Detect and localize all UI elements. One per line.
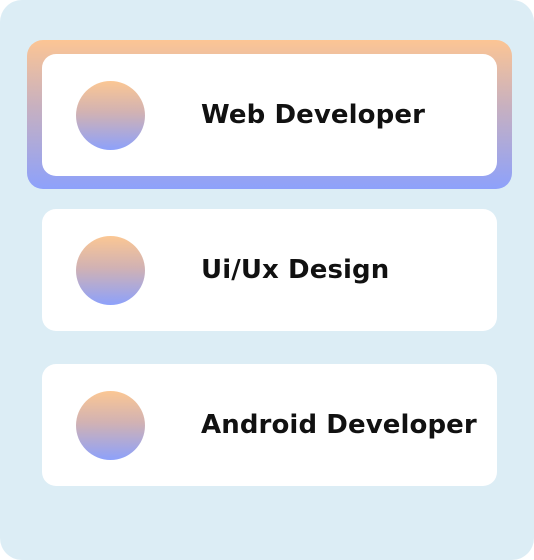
role-option-label: Web Developer (201, 100, 425, 130)
role-option-ui-ux-design[interactable]: Ui/Ux Design (42, 209, 497, 331)
role-option-web-developer[interactable]: Web Developer (42, 54, 497, 176)
gradient-circle-icon (76, 391, 145, 460)
role-selection-panel: Web Developer Ui/Ux Design Android Devel… (0, 0, 534, 560)
role-option-android-developer[interactable]: Android Developer (42, 364, 497, 486)
role-option-label: Android Developer (201, 410, 477, 440)
gradient-circle-icon (76, 81, 145, 150)
role-option-label: Ui/Ux Design (201, 255, 390, 285)
gradient-circle-icon (76, 236, 145, 305)
